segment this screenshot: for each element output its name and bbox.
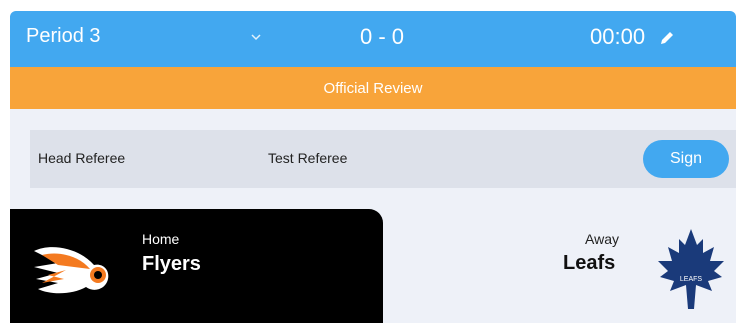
sign-button[interactable]: Sign (643, 140, 729, 178)
game-header-bar: Period 3 0 - 0 00:00 (10, 11, 736, 67)
score-display: 0 - 0 (360, 24, 405, 49)
flyers-logo-icon (34, 247, 109, 294)
edit-clock-icon[interactable] (658, 29, 676, 47)
leafs-logo-text: LEAFS (680, 276, 703, 283)
official-review-label: Official Review (323, 79, 423, 97)
referee-row: Head Referee Test Referee Sign (30, 130, 736, 188)
chevron-down-icon[interactable] (248, 29, 264, 45)
game-clock: 00:00 (590, 24, 646, 49)
referee-role: Head Referee (38, 150, 126, 166)
home-team-card: Home Flyers (10, 209, 383, 323)
home-team-name: Flyers (142, 253, 201, 275)
referee-name: Test Referee (268, 150, 348, 166)
away-label: Away (585, 231, 619, 247)
leafs-logo-icon: LEAFS (658, 229, 724, 309)
away-team-name: Leafs (563, 252, 616, 274)
official-review-banner: Official Review (10, 67, 736, 109)
period-selector[interactable]: Period 3 (26, 25, 101, 48)
home-label: Home (142, 231, 180, 247)
